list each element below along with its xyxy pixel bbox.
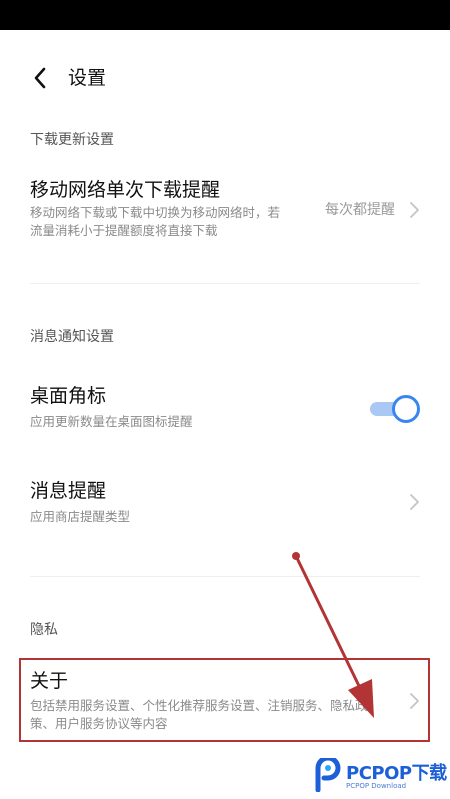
section-title-download: 下载更新设置	[30, 132, 114, 148]
desktop-badge-item[interactable]: 桌面角标 应用更新数量在桌面图标提醒	[0, 375, 450, 437]
toggle-knob	[392, 395, 420, 423]
row-title: 移动网络单次下载提醒	[30, 179, 221, 201]
watermark: PCPOP下载 PCPOP Download	[312, 756, 450, 796]
back-arrow-icon	[34, 67, 46, 89]
annotation-highlight-box	[19, 658, 430, 742]
row-title: 桌面角标	[30, 385, 107, 407]
divider	[30, 283, 420, 284]
row-value: 每次都提醒	[325, 202, 395, 218]
chevron-right-icon	[410, 494, 419, 510]
desktop-badge-toggle[interactable]	[370, 395, 420, 423]
row-title: 消息提醒	[30, 480, 107, 502]
status-bar	[0, 0, 450, 30]
section-title-notification: 消息通知设置	[30, 329, 114, 345]
row-description: 应用商店提醒类型	[30, 509, 131, 524]
mobile-download-reminder-item[interactable]: 移动网络单次下载提醒 移动网络下载或下载中切换为移动网络时，若流量消耗小于提醒额…	[0, 170, 450, 250]
watermark-sub: PCPOP Download	[346, 782, 407, 790]
chevron-right-icon	[410, 202, 419, 218]
row-description: 移动网络下载或下载中切换为移动网络时，若流量消耗小于提醒额度将直接下载	[30, 205, 281, 238]
section-title-privacy: 隐私	[30, 622, 58, 638]
header: 设置	[0, 58, 450, 98]
page-title: 设置	[68, 67, 107, 89]
message-reminder-item[interactable]: 消息提醒 应用商店提醒类型	[0, 474, 450, 534]
row-description: 应用更新数量在桌面图标提醒	[30, 414, 193, 429]
divider	[30, 576, 420, 577]
pcpop-logo-icon	[315, 758, 341, 792]
back-button[interactable]	[24, 62, 56, 94]
